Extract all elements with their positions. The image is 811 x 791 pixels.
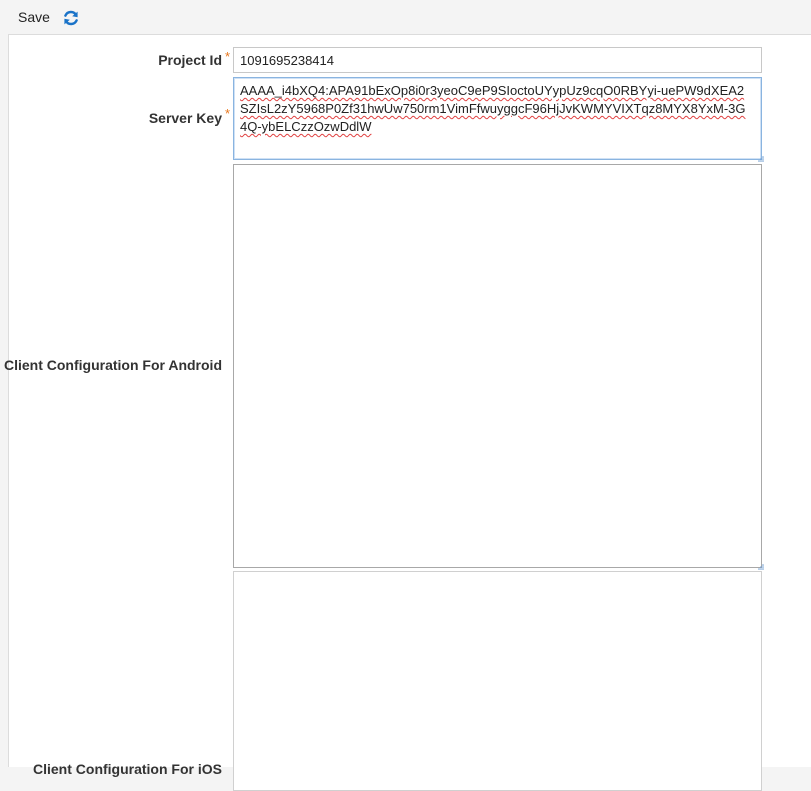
ios-config-label: Client Configuration For iOS: [33, 761, 222, 777]
resize-handle-icon[interactable]: [758, 564, 764, 570]
project-id-label: Project Id: [158, 52, 222, 68]
save-button[interactable]: Save: [18, 9, 50, 25]
resize-handle-icon[interactable]: [758, 156, 764, 162]
ios-config-textarea[interactable]: [233, 571, 762, 791]
toolbar: Save: [0, 0, 811, 34]
project-id-input[interactable]: 1091695238414: [233, 47, 762, 73]
android-config-label: Client Configuration For Android: [3, 357, 222, 373]
server-key-label: Server Key: [148, 110, 222, 126]
android-config-textarea[interactable]: [233, 164, 764, 570]
server-key-required-mark: *: [225, 106, 231, 121]
server-key-value: AAAA_i4bXQ4:APA91bExOp8i0r3yeoC9eP9SIoct…: [240, 83, 746, 134]
project-id-required-mark: *: [225, 49, 231, 64]
project-id-value: 1091695238414: [240, 53, 334, 68]
android-config-inner-border: [236, 167, 759, 565]
server-key-input[interactable]: AAAA_i4bXQ4:APA91bExOp8i0r3yeoC9eP9SIoct…: [233, 77, 764, 162]
settings-panel: Project Id * 1091695238414 Server Key * …: [4, 34, 811, 791]
refresh-icon[interactable]: [62, 9, 80, 27]
